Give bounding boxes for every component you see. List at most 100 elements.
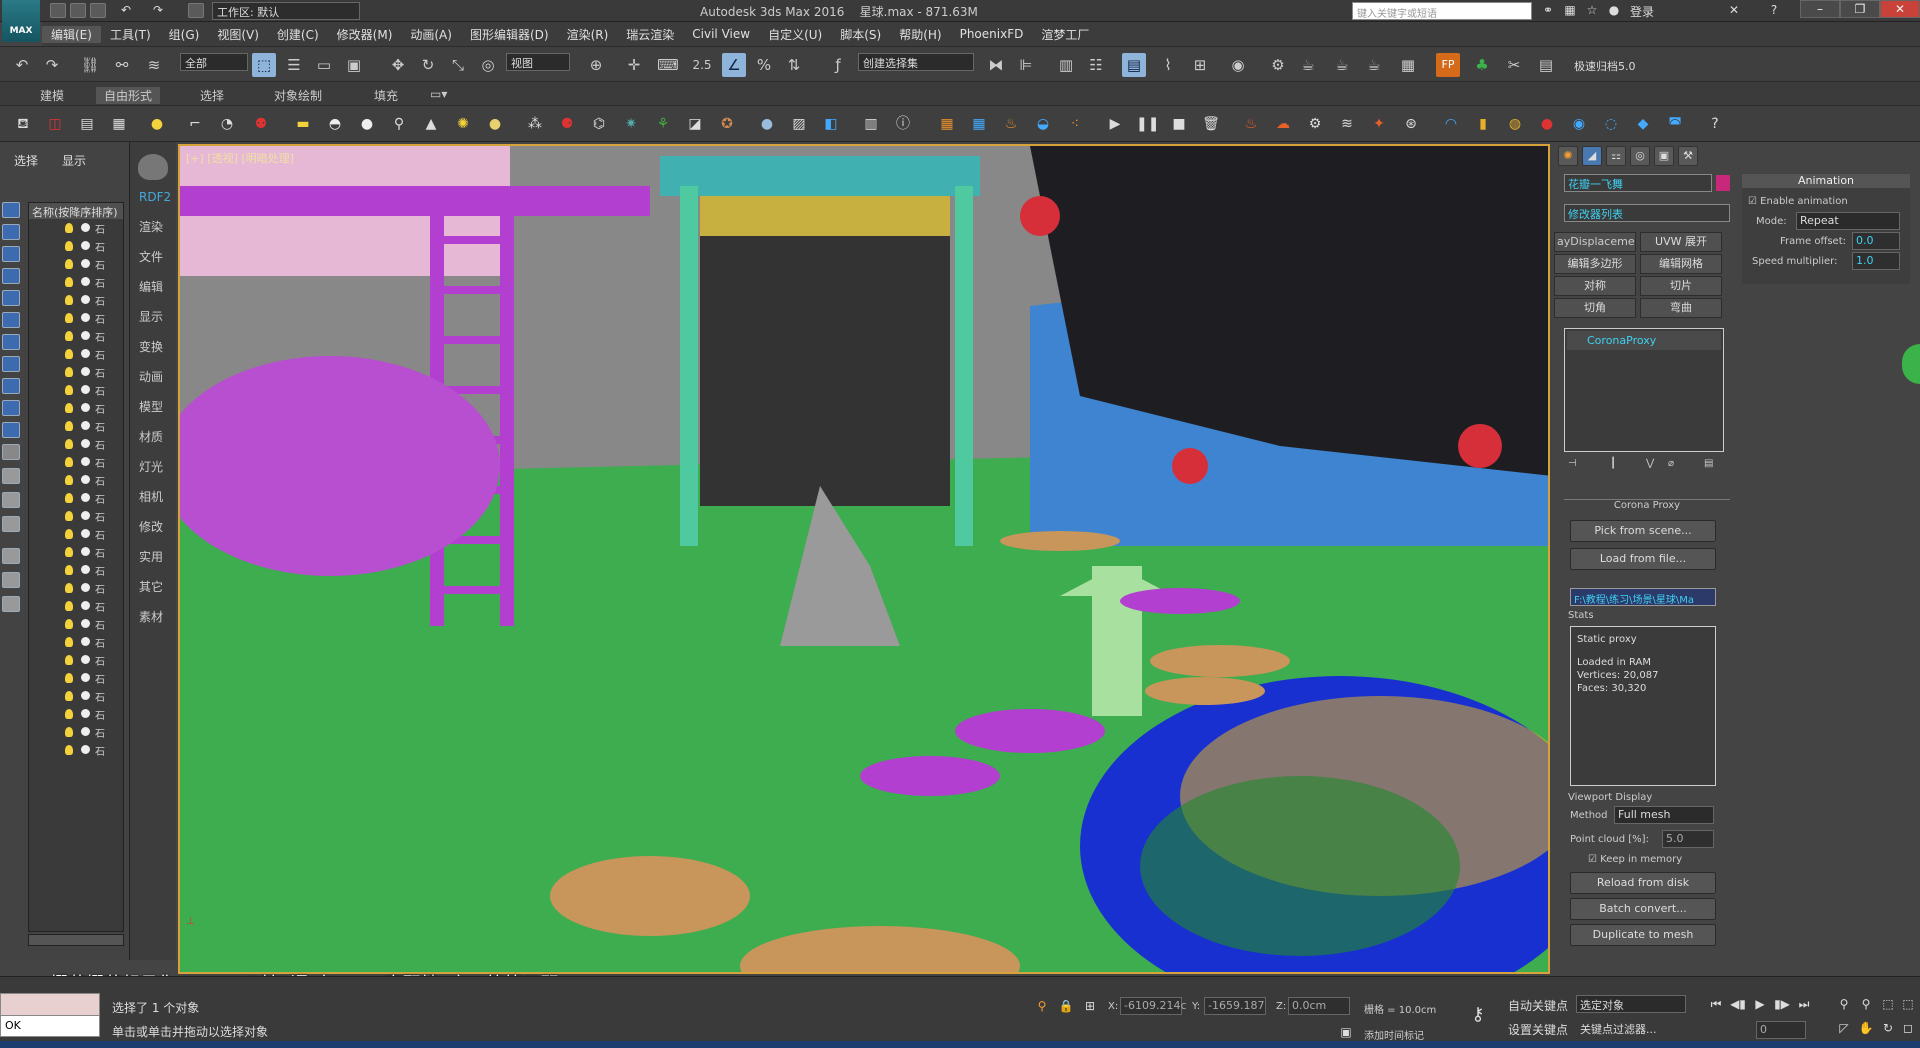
hierarchy-icon[interactable] (2, 596, 20, 612)
exchange-icon[interactable]: ✕ (1726, 3, 1742, 18)
scene-row[interactable]: 石 (29, 489, 123, 507)
percent-snap-icon[interactable]: % (752, 53, 776, 77)
horizontal-scrollbar[interactable] (28, 934, 124, 946)
menu-customize[interactable]: 自定义(U) (759, 26, 831, 43)
set-key-icon[interactable]: ⚷ (1470, 1006, 1486, 1024)
visibility-icon[interactable] (81, 349, 90, 358)
set-key-button[interactable]: 设置关键点 (1508, 1021, 1568, 1038)
filter-invert-icon[interactable] (2, 516, 20, 532)
select-object-icon[interactable]: ⬚ (252, 53, 276, 77)
scene-row[interactable]: 石 (29, 291, 123, 309)
ocean-mesher-icon[interactable]: ◚ (1664, 113, 1686, 135)
menu-help[interactable]: 帮助(H) (890, 26, 950, 43)
filter-spacewarps-icon[interactable] (2, 312, 20, 328)
ocean-icon[interactable]: ◠ (1440, 113, 1462, 135)
scene-row[interactable]: 石 (29, 345, 123, 363)
snap-toggle-icon[interactable]: 2.5 (690, 53, 714, 77)
side-widget-icon[interactable] (1902, 344, 1920, 384)
undo-icon[interactable]: ↶ (10, 53, 34, 77)
search-input[interactable]: 键入关键字或短语 (1352, 2, 1532, 20)
scene-list-header[interactable]: 名称(按降序排序) (29, 203, 123, 219)
scene-row[interactable]: 石 (29, 705, 123, 723)
duplicate-to-mesh-button[interactable]: Duplicate to mesh (1570, 924, 1716, 946)
vray-frame-icon[interactable]: ◫ (44, 113, 66, 135)
z-coordinate[interactable]: 0.0cm (1288, 997, 1350, 1015)
visibility-icon[interactable] (81, 511, 90, 520)
ribbon-tab-selection[interactable]: 选择 (200, 87, 224, 104)
ref-coord-dropdown[interactable]: 视图 (506, 53, 570, 71)
keep-in-memory-checkbox[interactable]: ☑ Keep in memory (1588, 854, 1682, 865)
visibility-icon[interactable] (81, 691, 90, 700)
side-menu-material[interactable]: 材质 (139, 428, 163, 445)
absolute-mode-icon[interactable]: ⊞ (1082, 999, 1098, 1014)
visibility-icon[interactable] (81, 223, 90, 232)
isolate-icon[interactable]: ⚲ (1034, 999, 1050, 1014)
next-frame-icon[interactable]: ▮▶ (1774, 997, 1790, 1012)
visibility-icon[interactable] (81, 475, 90, 484)
layer-icon[interactable] (2, 572, 20, 588)
light-lister-icon[interactable]: ● (146, 113, 168, 135)
menu-ruiyun[interactable]: 瑞云渲染 (617, 26, 683, 43)
scene-row[interactable]: 石 (29, 669, 123, 687)
scene-row[interactable]: 石 (29, 219, 123, 237)
layers-icon[interactable]: ☷ (1084, 53, 1108, 77)
ribbon-tab-object-paint[interactable]: 对象绘制 (274, 87, 322, 104)
filter-lights-icon[interactable] (2, 246, 20, 262)
visibility-icon[interactable] (81, 439, 90, 448)
fur-icon[interactable]: ⚈ (556, 113, 578, 135)
proxy-icon[interactable]: ⁂ (524, 113, 546, 135)
menu-civil-view[interactable]: Civil View (683, 27, 759, 41)
pause-icon[interactable]: ❚❚ (1136, 113, 1159, 135)
goto-end-icon[interactable]: ⏭ (1796, 997, 1812, 1012)
scene-row[interactable]: 石 (29, 741, 123, 759)
undo-icon[interactable]: ↶ (118, 3, 134, 18)
side-menu-camera[interactable]: 相机 (139, 488, 163, 505)
railclone-icon[interactable]: ♣ (1470, 53, 1494, 77)
menu-graph-editors[interactable]: 图形编辑器(D) (461, 26, 558, 43)
archive-icon[interactable]: ▤ (1534, 53, 1558, 77)
fire-icon[interactable]: ♨ (1000, 113, 1022, 135)
spinner-snap-icon[interactable]: ⇅ (782, 53, 806, 77)
filter-xrefs-icon[interactable] (2, 356, 20, 372)
visibility-icon[interactable] (81, 565, 90, 574)
menu-phoenixfd[interactable]: PhoenixFD (951, 27, 1033, 41)
filter-groups-icon[interactable] (2, 334, 20, 350)
keyboard-shortcut-icon[interactable]: ⌨ (656, 53, 680, 77)
scene-explorer-icon[interactable]: ▤ (1122, 53, 1146, 77)
visibility-icon[interactable] (81, 403, 90, 412)
play-icon[interactable]: ▶ (1104, 113, 1126, 135)
render-elements-icon[interactable]: ▤ (76, 113, 98, 135)
light-bulb-icon[interactable] (65, 673, 73, 683)
modifier-button-slice[interactable]: 切片 (1640, 276, 1722, 296)
delete-cache-icon[interactable]: 🗑 (1200, 113, 1222, 135)
particles-icon[interactable]: ⁖ (1064, 113, 1086, 135)
utilities-tab-icon[interactable]: ⚒ (1678, 146, 1698, 166)
modifier-button-uvw[interactable]: UVW 展开 (1640, 232, 1722, 252)
light-bulb-icon[interactable] (65, 601, 73, 611)
water-icon[interactable]: ◒ (1032, 113, 1054, 135)
make-unique-icon[interactable]: ⋁ (1646, 458, 1654, 469)
light-bulb-icon[interactable] (65, 277, 73, 287)
scene-row[interactable]: 石 (29, 273, 123, 291)
visibility-icon[interactable] (81, 745, 90, 754)
camera-icon[interactable]: ⌐ (184, 113, 206, 135)
side-menu-assets[interactable]: 素材 (139, 608, 163, 625)
light-bulb-icon[interactable] (65, 727, 73, 737)
pan-icon[interactable]: ✋ (1858, 1021, 1874, 1036)
render-production-icon[interactable]: ☕ (1330, 53, 1354, 77)
archive-plugin-label[interactable]: 极速归档5.0 (1574, 58, 1636, 74)
modify-tab-icon[interactable]: ◢ (1582, 146, 1602, 166)
help-icon[interactable]: ? (1704, 113, 1726, 135)
angle-snap-icon[interactable]: ∠ (722, 53, 746, 77)
ribbon-options-icon[interactable]: ▭▾ (430, 87, 447, 101)
scene-row[interactable]: 石 (29, 255, 123, 273)
maximize-button[interactable]: ❐ (1840, 0, 1880, 18)
curve-editor-icon[interactable]: ⌇ (1156, 53, 1180, 77)
orbit-icon[interactable]: ↻ (1880, 1021, 1896, 1036)
vortex-icon[interactable]: ⊛ (1400, 113, 1422, 135)
fire-source-icon[interactable]: ♨ (1240, 113, 1262, 135)
side-menu-model[interactable]: 模型 (139, 398, 163, 415)
current-frame-field[interactable]: 0 (1756, 1021, 1806, 1039)
light-bulb-icon[interactable] (65, 709, 73, 719)
filter-bones-icon[interactable] (2, 378, 20, 394)
